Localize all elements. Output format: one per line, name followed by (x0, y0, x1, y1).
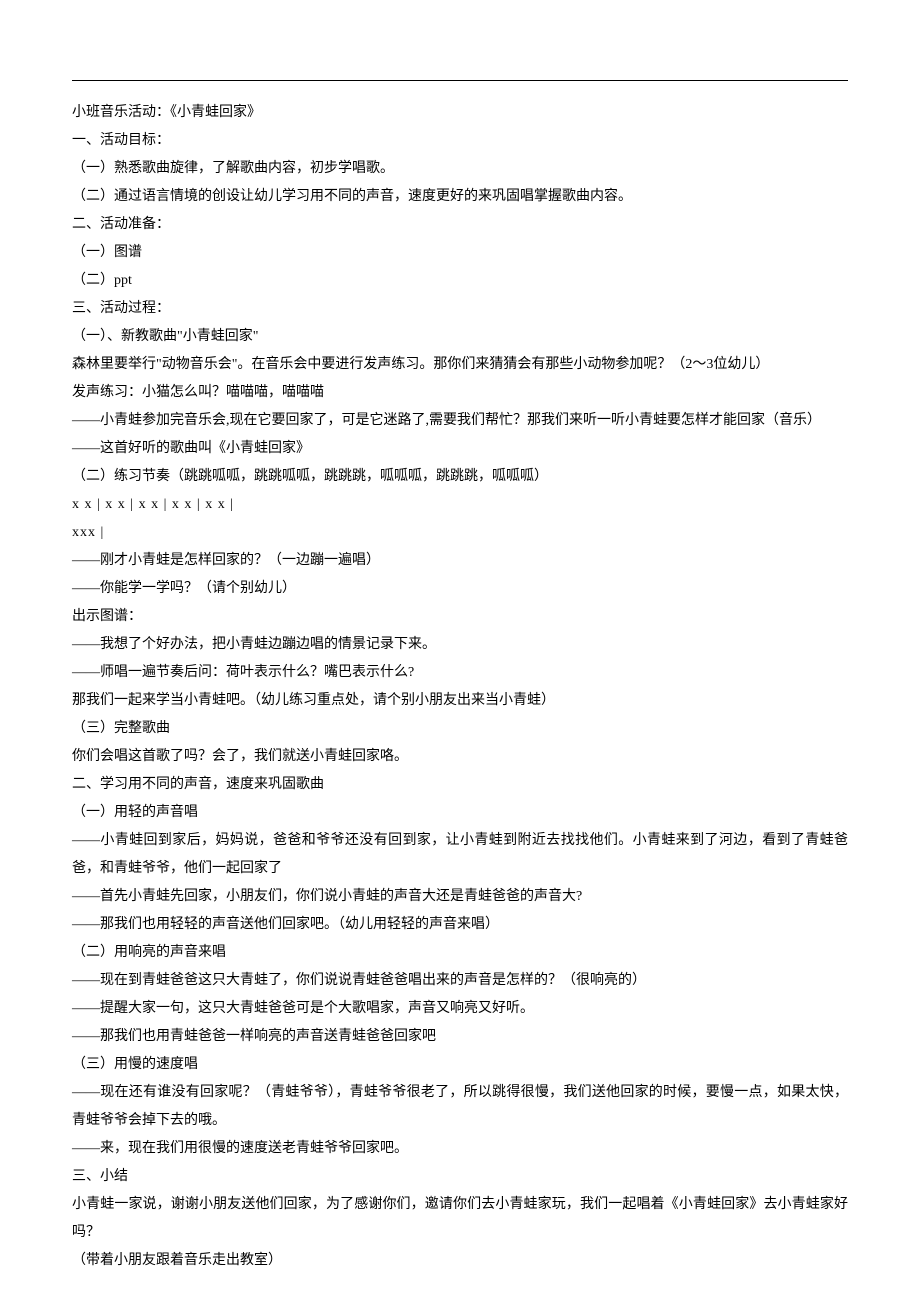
paragraph-line: （一）、新教歌曲"小青蛙回家" (72, 323, 848, 351)
paragraph-line: （一）用轻的声音唱 (72, 799, 848, 827)
paragraph-line: 三、小结 (72, 1163, 848, 1191)
paragraph-line: 小青蛙一家说，谢谢小朋友送他们回家，为了感谢你们，邀请你们去小青蛙家玩，我们一起… (72, 1191, 848, 1247)
document-page: 小班音乐活动：《小青蛙回家》一、活动目标：（一）熟悉歌曲旋律，了解歌曲内容，初步… (0, 0, 920, 1315)
paragraph-line: ——这首好听的歌曲叫《小青蛙回家》 (72, 435, 848, 463)
paragraph-line: （三）用慢的速度唱 (72, 1051, 848, 1079)
paragraph-line: ——来，现在我们用很慢的速度送老青蛙爷爷回家吧。 (72, 1135, 848, 1163)
paragraph-line: 发声练习：小猫怎么叫？喵喵喵，喵喵喵 (72, 379, 848, 407)
paragraph-line: （二）用响亮的声音来唱 (72, 939, 848, 967)
paragraph-line: ——师唱一遍节奏后问：荷叶表示什么？嘴巴表示什么? (72, 659, 848, 687)
paragraph-line: （二）通过语言情境的创设让幼儿学习用不同的声音，速度更好的来巩固唱掌握歌曲内容。 (72, 183, 848, 211)
paragraph-line: 小班音乐活动：《小青蛙回家》 (72, 99, 848, 127)
paragraph-line: 三、活动过程： (72, 295, 848, 323)
document-body: 小班音乐活动：《小青蛙回家》一、活动目标：（一）熟悉歌曲旋律，了解歌曲内容，初步… (72, 99, 848, 1275)
paragraph-line: （一）熟悉歌曲旋律，了解歌曲内容，初步学唱歌。 (72, 155, 848, 183)
paragraph-line: ——那我们也用轻轻的声音送他们回家吧。（幼儿用轻轻的声音来唱） (72, 911, 848, 939)
paragraph-line: ——你能学一学吗？（请个别幼儿） (72, 575, 848, 603)
paragraph-line: ——首先小青蛙先回家，小朋友们，你们说小青蛙的声音大还是青蛙爸爸的声音大? (72, 883, 848, 911)
paragraph-line: 那我们一起来学当小青蛙吧。（幼儿练习重点处，请个别小朋友出来当小青蛙） (72, 687, 848, 715)
top-rule (72, 80, 848, 81)
paragraph-line: 二、学习用不同的声音，速度来巩固歌曲 (72, 771, 848, 799)
paragraph-line: （带着小朋友跟着音乐走出教室） (72, 1247, 848, 1275)
paragraph-line: ——现在到青蛙爸爸这只大青蛙了，你们说说青蛙爸爸唱出来的声音是怎样的？（很响亮的… (72, 967, 848, 995)
paragraph-line: ——现在还有谁没有回家呢？（青蛙爷爷），青蛙爷爷很老了，所以跳得很慢，我们送他回… (72, 1079, 848, 1135)
paragraph-line: xxx | (72, 519, 848, 547)
paragraph-line: ——那我们也用青蛙爸爸一样响亮的声音送青蛙爸爸回家吧 (72, 1023, 848, 1051)
paragraph-line: （二）练习节奏（跳跳呱呱，跳跳呱呱，跳跳跳，呱呱呱，跳跳跳，呱呱呱） (72, 463, 848, 491)
paragraph-line: 出示图谱： (72, 603, 848, 631)
paragraph-line: x x | x x | x x | x x | x x | (72, 491, 848, 519)
paragraph-line: 一、活动目标： (72, 127, 848, 155)
paragraph-line: ——我想了个好办法，把小青蛙边蹦边唱的情景记录下来。 (72, 631, 848, 659)
paragraph-line: 你们会唱这首歌了吗？会了，我们就送小青蛙回家咯。 (72, 743, 848, 771)
paragraph-line: ——刚才小青蛙是怎样回家的？（一边蹦一遍唱） (72, 547, 848, 575)
paragraph-line: ——提醒大家一句，这只大青蛙爸爸可是个大歌唱家，声音又响亮又好听。 (72, 995, 848, 1023)
paragraph-line: （三）完整歌曲 (72, 715, 848, 743)
paragraph-line: ——小青蛙回到家后，妈妈说，爸爸和爷爷还没有回到家，让小青蛙到附近去找找他们。小… (72, 827, 848, 883)
paragraph-line: 森林里要举行"动物音乐会"。在音乐会中要进行发声练习。那你们来猜猜会有那些小动物… (72, 351, 848, 379)
paragraph-line: （二）ppt (72, 267, 848, 295)
paragraph-line: 二、活动准备： (72, 211, 848, 239)
paragraph-line: （一）图谱 (72, 239, 848, 267)
paragraph-line: ——小青蛙参加完音乐会,现在它要回家了，可是它迷路了,需要我们帮忙？那我们来听一… (72, 407, 848, 435)
